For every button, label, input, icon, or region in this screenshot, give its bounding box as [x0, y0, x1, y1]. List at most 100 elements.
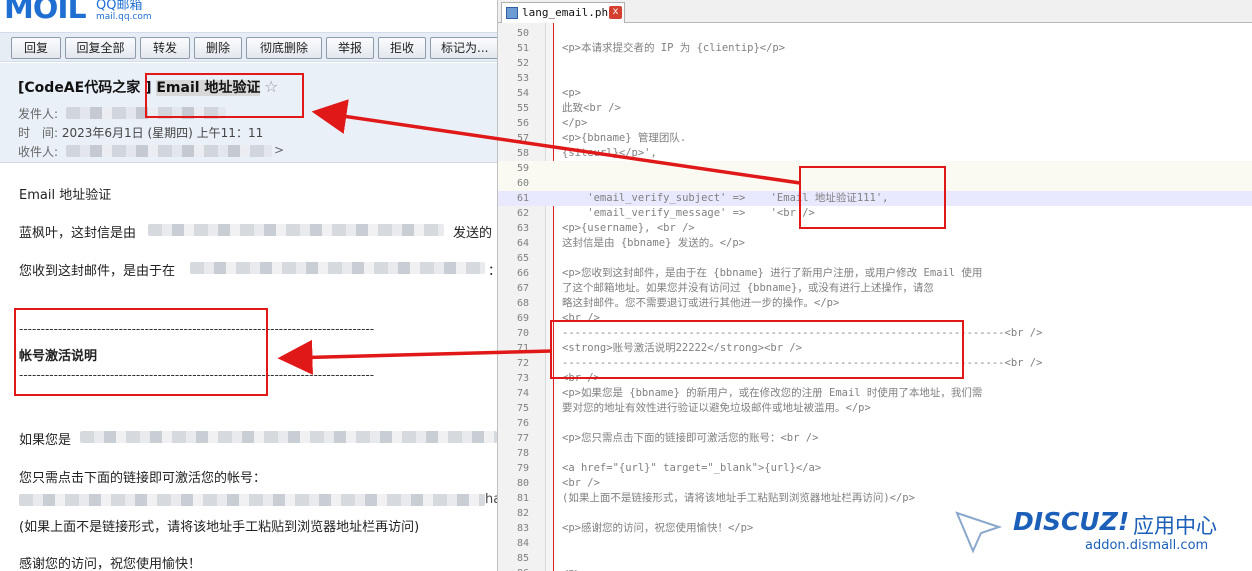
- close-icon[interactable]: x: [609, 6, 622, 19]
- code-text: 'email_verify_message' => '<br />: [562, 207, 815, 219]
- mail-logo[interactable]: MOIL: [4, 0, 87, 26]
- line-number: 83: [516, 523, 529, 534]
- code-text: 要对您的地址有效性进行验证以避免垃圾邮件或地址被滥用。</p>: [562, 402, 871, 414]
- watermark-url: addon.dismall.com: [1085, 538, 1209, 553]
- time-value: 2023年6月1日 (星期四) 上午11：11: [61, 126, 264, 140]
- delete-permanently-button[interactable]: 彻底删除: [246, 37, 322, 59]
- line-number: 85: [516, 553, 529, 564]
- tab-lang-email[interactable]: lang_email.php x: [501, 2, 625, 23]
- line-number: 84: [516, 538, 529, 549]
- code-line[interactable]: 54 <p>: [498, 86, 1252, 101]
- code-line[interactable]: 50: [498, 26, 1252, 41]
- code-line[interactable]: 79 <a href="{url}" target="_blank">{url}<…: [498, 461, 1252, 476]
- body-greeting: 蓝枫叶，这封信是由: [19, 226, 137, 241]
- code-line[interactable]: 65: [498, 251, 1252, 266]
- cursor-icon: [955, 511, 1003, 554]
- activation-link-redacted[interactable]: [19, 494, 485, 506]
- editor-tabbar: lang_email.php x: [498, 0, 1252, 23]
- line-number: 57: [516, 133, 529, 144]
- code-line[interactable]: 78: [498, 446, 1252, 461]
- line-number: 61: [516, 193, 529, 204]
- time-row: 时 间: 2023年6月1日 (星期四) 上午11：11: [18, 124, 263, 141]
- link-tail[interactable]: ha: [485, 492, 497, 507]
- code-text: <a href="{url}" target="_blank">{url}</a…: [562, 462, 822, 474]
- code-line[interactable]: 53: [498, 71, 1252, 86]
- code-line[interactable]: 52: [498, 56, 1252, 71]
- code-line[interactable]: 56 </p>: [498, 116, 1252, 131]
- code-text: <p>您只需点击下面的链接即可激活您的账号：<br />: [562, 432, 819, 444]
- line-number: 68: [516, 298, 529, 309]
- forward-button[interactable]: 转发: [140, 37, 190, 59]
- greeting-redacted: [148, 224, 444, 236]
- code-text: <p>感谢您的访问，祝您使用愉快！</p>: [562, 522, 754, 534]
- body-received: 您收到这封邮件，是由于在: [19, 264, 176, 279]
- code-line[interactable]: 64 这封信是由 {bbname} 发送的。</p>: [498, 236, 1252, 251]
- code-text: (如果上面不是链接形式，请将该地址手工粘贴到浏览器地址栏再访问)</p>: [562, 492, 915, 504]
- watermark: DISCUZ! 应用中心 addon.dismall.com: [955, 507, 1245, 567]
- line-number: 86: [498, 566, 529, 571]
- code-editor: lang_email.php x 50 51 <p>本请求提交者的 IP 为 {cl…: [497, 0, 1252, 571]
- code-text: <p>您收到这封邮件，是由于在 {bbname} 进行了新用户注册，或用户修改 …: [562, 267, 983, 279]
- line-number: 55: [516, 103, 529, 114]
- line-number: 65: [516, 253, 529, 264]
- line-number: 56: [516, 118, 529, 129]
- code-line[interactable]: 76: [498, 416, 1252, 431]
- line-number: 67: [516, 283, 529, 294]
- recipient-redacted: [66, 145, 272, 157]
- recipient-row: 收件人:: [18, 143, 58, 160]
- line-number: 76: [516, 418, 529, 429]
- watermark-logo: DISCUZ!: [1013, 507, 1130, 536]
- code-line[interactable]: 68 略这封邮件。您不需要退订或进行其他进一步的操作。</p>: [498, 296, 1252, 311]
- code-line[interactable]: 75 要对您的地址有效性进行验证以避免垃圾邮件或地址被滥用。</p>: [498, 401, 1252, 416]
- line-number: 62: [516, 208, 529, 219]
- delete-button[interactable]: 删除: [194, 37, 242, 59]
- line-number: 53: [516, 73, 529, 84]
- code-text: <p>{username}, <br />: [562, 222, 695, 234]
- code-line[interactable]: 58 {siteurl}</p>',: [498, 146, 1252, 161]
- line-number: 72: [516, 358, 529, 369]
- code-line[interactable]: 51 <p>本请求提交者的 IP 为 {clientip}</p>: [498, 41, 1252, 56]
- body-received-tail: ：: [488, 260, 497, 279]
- code-line[interactable]: 80 <br />: [498, 476, 1252, 491]
- code-line[interactable]: 67 了这个邮箱地址。如果您并没有访问过 {bbname}，或没有进行上述操作，请…: [498, 281, 1252, 296]
- line-number: 71: [516, 343, 529, 354]
- line-number: 75: [516, 403, 529, 414]
- mail-logo-cn: QQ邮箱: [96, 0, 143, 13]
- code-line[interactable]: 55 此致<br />: [498, 101, 1252, 116]
- line-number: 80: [516, 478, 529, 489]
- reject-button[interactable]: 拒收: [378, 37, 426, 59]
- recipient-tail: >: [274, 143, 285, 157]
- mark-as-button[interactable]: 标记为...: [430, 37, 497, 59]
- line-number: 73: [516, 373, 529, 384]
- code-text: <p>: [562, 87, 581, 99]
- line-number: 54: [516, 88, 529, 99]
- code-text: <p>{bbname} 管理团队.: [562, 132, 687, 144]
- reply-all-button[interactable]: 回复全部: [65, 37, 136, 59]
- line-number: 60: [516, 178, 529, 189]
- code-text: <p>: [562, 566, 581, 571]
- code-text: 这封信是由 {bbname} 发送的。</p>: [562, 237, 746, 249]
- code-text: </p>: [562, 117, 588, 129]
- line-number: 69: [516, 313, 529, 324]
- body-if-you: 如果您是: [19, 433, 72, 448]
- line-number: 66: [516, 268, 529, 279]
- code-line[interactable]: 57 <p>{bbname} 管理团队.: [498, 131, 1252, 146]
- annotation-box-code-subject: [799, 166, 946, 229]
- code-line[interactable]: 74 <p>如果您是 {bbname} 的新用户，或在修改您的注册 Email 时…: [498, 386, 1252, 401]
- code-line[interactable]: 66 <p>您收到这封邮件，是由于在 {bbname} 进行了新用户注册，或用户修…: [498, 266, 1252, 281]
- line-number: 74: [516, 388, 529, 399]
- report-button[interactable]: 举报: [326, 37, 374, 59]
- body-title: Email 地址验证: [19, 188, 112, 203]
- line-number: 52: [516, 58, 529, 69]
- code-text: <p>本请求提交者的 IP 为 {clientip}</p>: [562, 42, 786, 54]
- if-you-redacted: [80, 431, 497, 443]
- line-number: 81: [516, 493, 529, 504]
- line-number: 79: [516, 463, 529, 474]
- body-not-link: (如果上面不是链接形式，请将该地址手工粘贴到浏览器地址栏再访问): [19, 520, 420, 535]
- code-line[interactable]: 81 (如果上面不是链接形式，请将该地址手工粘贴到浏览器地址栏再访问)</p>: [498, 491, 1252, 506]
- received-redacted: [190, 262, 485, 274]
- code-line[interactable]: 77 <p>您只需点击下面的链接即可激活您的账号：<br />: [498, 431, 1252, 446]
- mail-logo-bar: MOIL QQ邮箱 mail.qq.com: [0, 0, 497, 26]
- reply-button[interactable]: 回复: [11, 37, 61, 59]
- line-number: 58: [516, 148, 529, 159]
